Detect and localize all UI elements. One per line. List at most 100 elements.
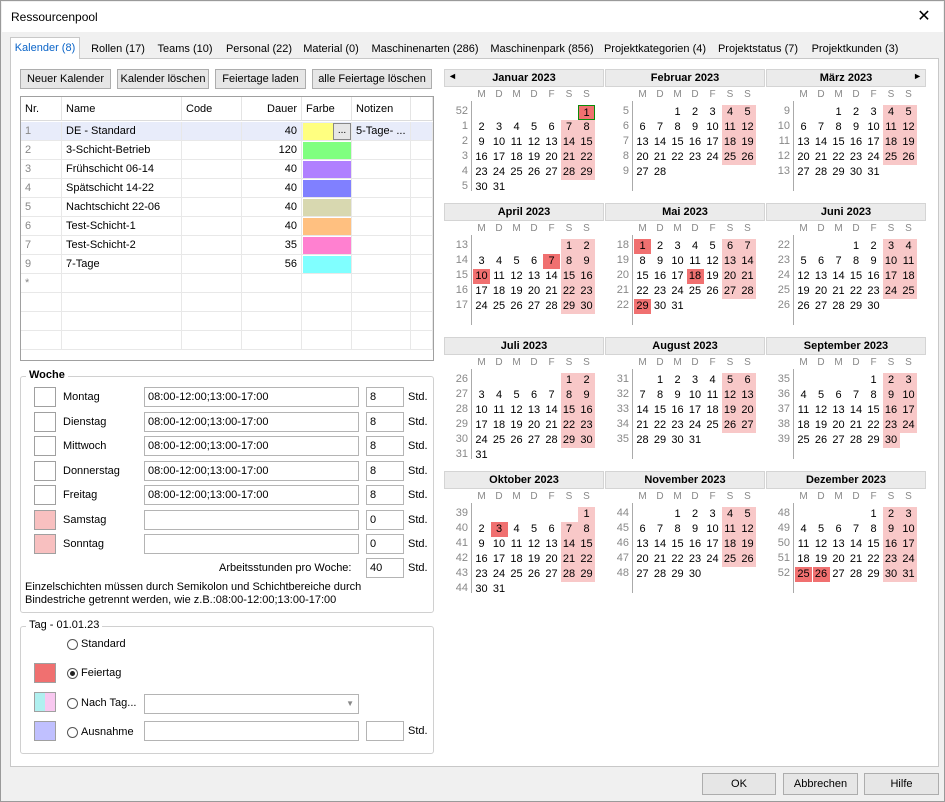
calendar-day[interactable]: 23 xyxy=(578,418,595,433)
calendar-day[interactable]: 6 xyxy=(634,522,651,537)
calendar-day[interactable]: 8 xyxy=(634,254,651,269)
calendar-day[interactable]: 20 xyxy=(721,269,739,284)
calendar-day[interactable]: 1 xyxy=(578,105,595,120)
calendar-day[interactable]: 8 xyxy=(830,120,847,135)
calendar-day[interactable]: 25 xyxy=(687,284,704,299)
nachtag-dropdown[interactable]: ▼ xyxy=(144,694,359,714)
calendar-day[interactable]: 22 xyxy=(848,284,865,299)
calendar-day[interactable]: 22 xyxy=(560,284,578,299)
calendar-day[interactable]: 25 xyxy=(491,299,508,314)
calendar-day[interactable]: 1 xyxy=(652,373,669,388)
calendar-day[interactable]: 25 xyxy=(704,418,721,433)
calendar-day[interactable]: 28 xyxy=(543,433,560,448)
calendar-day[interactable]: 1 xyxy=(560,373,578,388)
calendar-day[interactable]: 18 xyxy=(704,403,721,418)
calendar-day[interactable]: 15 xyxy=(848,269,865,284)
calendar-day[interactable]: 9 xyxy=(473,135,490,150)
calendar-day[interactable]: 2 xyxy=(669,373,686,388)
calendar-day[interactable]: 9 xyxy=(865,254,882,269)
day-color-swatch[interactable] xyxy=(34,387,56,407)
calendar-day[interactable]: 1 xyxy=(634,239,651,254)
calendar-day[interactable]: 22 xyxy=(865,552,882,567)
calendar-day[interactable]: 19 xyxy=(813,552,830,567)
calendar-day[interactable]: 9 xyxy=(882,522,900,537)
close-icon[interactable]: ✕ xyxy=(913,6,935,26)
calendar-day[interactable]: 16 xyxy=(578,403,595,418)
calendar-day[interactable]: 26 xyxy=(526,567,543,582)
calendar-day[interactable]: 15 xyxy=(669,135,686,150)
day-hours-field[interactable]: 8 xyxy=(366,387,404,407)
calendar-day[interactable]: 3 xyxy=(473,254,490,269)
calendar-day[interactable]: 5 xyxy=(704,239,721,254)
calendar-day[interactable]: 24 xyxy=(687,418,704,433)
color-swatch[interactable] xyxy=(303,256,351,273)
calendar-day[interactable]: 5 xyxy=(900,105,917,120)
calendar-day[interactable]: 20 xyxy=(830,418,847,433)
calendar-day[interactable]: 20 xyxy=(795,150,812,165)
color-swatch[interactable] xyxy=(303,142,351,159)
calendar-day[interactable]: 21 xyxy=(543,284,560,299)
calendar-day[interactable]: 3 xyxy=(490,522,508,537)
calendar-day[interactable]: 21 xyxy=(560,552,578,567)
calendar-day[interactable]: 9 xyxy=(687,120,704,135)
tab-projektkunden[interactable]: Projektkunden (3) xyxy=(809,39,901,59)
calendar-day[interactable]: 6 xyxy=(543,120,560,135)
calendar-day[interactable]: 19 xyxy=(508,418,525,433)
color-picker-button[interactable]: ... xyxy=(333,123,351,140)
calendar-day[interactable]: 11 xyxy=(704,388,721,403)
day-hours-field[interactable]: 8 xyxy=(366,436,404,456)
calendar-day[interactable]: 20 xyxy=(543,150,560,165)
calendar-day[interactable]: 11 xyxy=(491,269,508,284)
table-row[interactable]: 2 3-Schicht-Betrieb 120 xyxy=(21,141,433,160)
calendar-day[interactable]: 2 xyxy=(473,522,490,537)
calendar-day[interactable]: 24 xyxy=(900,552,917,567)
calendar-day[interactable]: 25 xyxy=(882,150,900,165)
calendar-day[interactable]: 13 xyxy=(543,135,560,150)
calendar-day[interactable]: 15 xyxy=(865,537,882,552)
calendar-day[interactable]: 3 xyxy=(687,373,704,388)
calendar-day[interactable]: 8 xyxy=(848,254,865,269)
calendar-day[interactable]: 25 xyxy=(508,567,525,582)
calendar-day[interactable]: 3 xyxy=(704,105,721,120)
calendar-day[interactable]: 28 xyxy=(848,433,865,448)
calendar-day[interactable]: 4 xyxy=(508,522,525,537)
cancel-button[interactable]: Abbrechen xyxy=(783,773,858,795)
calendar-day[interactable]: 28 xyxy=(739,284,756,299)
calendar-day[interactable]: 24 xyxy=(669,284,686,299)
calendar-day[interactable]: 3 xyxy=(900,373,917,388)
calendar-day[interactable]: 4 xyxy=(882,105,900,120)
calendar-day[interactable]: 29 xyxy=(578,165,595,180)
calendar-day[interactable]: 24 xyxy=(704,552,721,567)
calendar-day[interactable]: 21 xyxy=(739,269,756,284)
calendar-day[interactable]: 28 xyxy=(560,165,578,180)
calendar-day[interactable]: 26 xyxy=(508,299,525,314)
calendar-day[interactable]: 13 xyxy=(543,537,560,552)
calendar-day[interactable]: 14 xyxy=(652,135,669,150)
calendar-day[interactable]: 17 xyxy=(900,403,917,418)
col-header-farbe[interactable]: Farbe xyxy=(302,97,352,121)
calendar-day[interactable]: 23 xyxy=(652,284,669,299)
calendar-day[interactable]: 10 xyxy=(491,537,508,552)
tab-maschinenpark[interactable]: Maschinenpark (856) xyxy=(488,39,596,59)
calendar-day[interactable]: 27 xyxy=(543,165,560,180)
calendar-day[interactable]: 5 xyxy=(526,522,543,537)
day-times-field[interactable] xyxy=(144,534,359,554)
calendar-day[interactable]: 23 xyxy=(848,150,865,165)
calendar-day[interactable]: 23 xyxy=(473,165,490,180)
calendar-day[interactable]: 31 xyxy=(669,299,686,314)
calendar-day[interactable]: 16 xyxy=(473,552,490,567)
calendar-day[interactable]: 8 xyxy=(669,120,686,135)
color-swatch[interactable] xyxy=(303,180,351,197)
calendar-day[interactable]: 21 xyxy=(652,150,669,165)
calendar-day[interactable]: 18 xyxy=(721,537,739,552)
calendar-day[interactable]: 5 xyxy=(813,388,830,403)
calendar-day[interactable]: 9 xyxy=(578,388,595,403)
calendar-day[interactable]: 15 xyxy=(652,403,669,418)
new-calendar-button[interactable]: Neuer Kalender xyxy=(20,69,111,89)
calendar-day[interactable]: 12 xyxy=(813,403,830,418)
calendar-day[interactable]: 4 xyxy=(491,388,508,403)
calendar-day[interactable]: 27 xyxy=(634,165,651,180)
day-color-swatch[interactable] xyxy=(34,436,56,456)
day-color-swatch[interactable] xyxy=(34,534,56,554)
calendar-day[interactable]: 10 xyxy=(865,120,882,135)
